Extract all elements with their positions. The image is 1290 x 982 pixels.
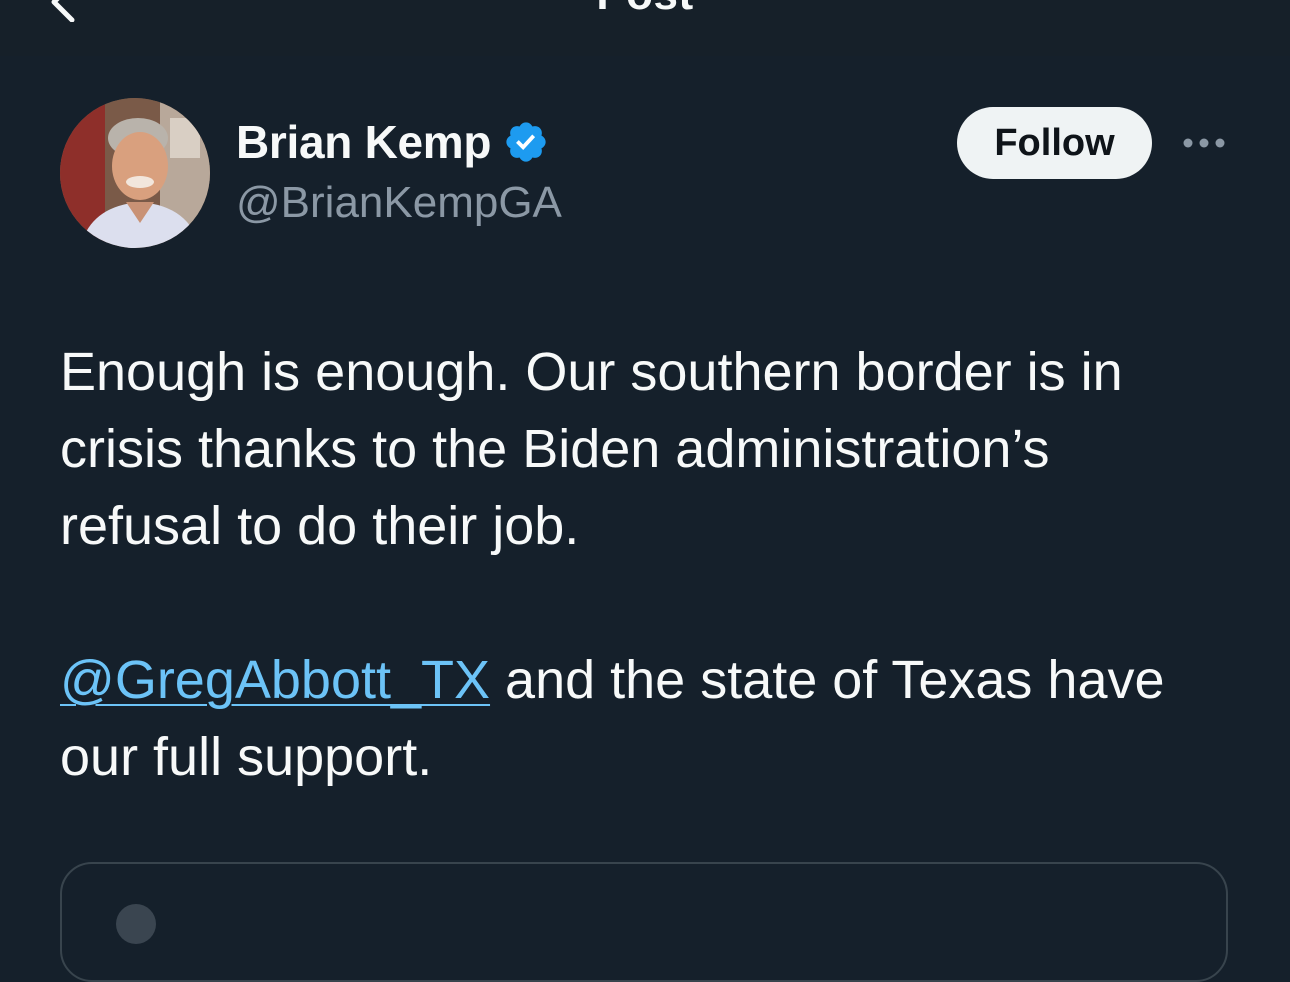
page-title: Post — [0, 0, 1290, 20]
mention-link[interactable]: @GregAbbott_TX — [60, 650, 490, 710]
tweet-line: our full support. — [60, 727, 433, 787]
verified-badge-icon — [506, 122, 546, 162]
quote-card[interactable] — [60, 862, 1228, 982]
quote-avatar — [116, 904, 156, 944]
author-handle[interactable]: @BrianKempGA — [236, 178, 562, 228]
tweet-line: Enough is enough. Our southern border is… — [60, 342, 1123, 402]
top-bar: Post — [0, 0, 1290, 56]
tweet-line: refusal to do their job. — [60, 496, 580, 556]
more-horizontal-icon[interactable] — [1180, 132, 1228, 154]
tweet-line-text: and the state of Texas have — [490, 650, 1165, 710]
author-name[interactable]: Brian Kemp — [236, 115, 491, 169]
tweet-line: crisis thanks to the Biden administratio… — [60, 419, 1050, 479]
tweet-line: @GregAbbott_TX and the state of Texas ha… — [60, 642, 1260, 719]
tweet-text: Enough is enough. Our southern border is… — [60, 334, 1260, 796]
author-name-row: Brian Kemp — [236, 112, 549, 172]
follow-button[interactable]: Follow — [957, 107, 1152, 179]
avatar[interactable] — [60, 98, 210, 248]
